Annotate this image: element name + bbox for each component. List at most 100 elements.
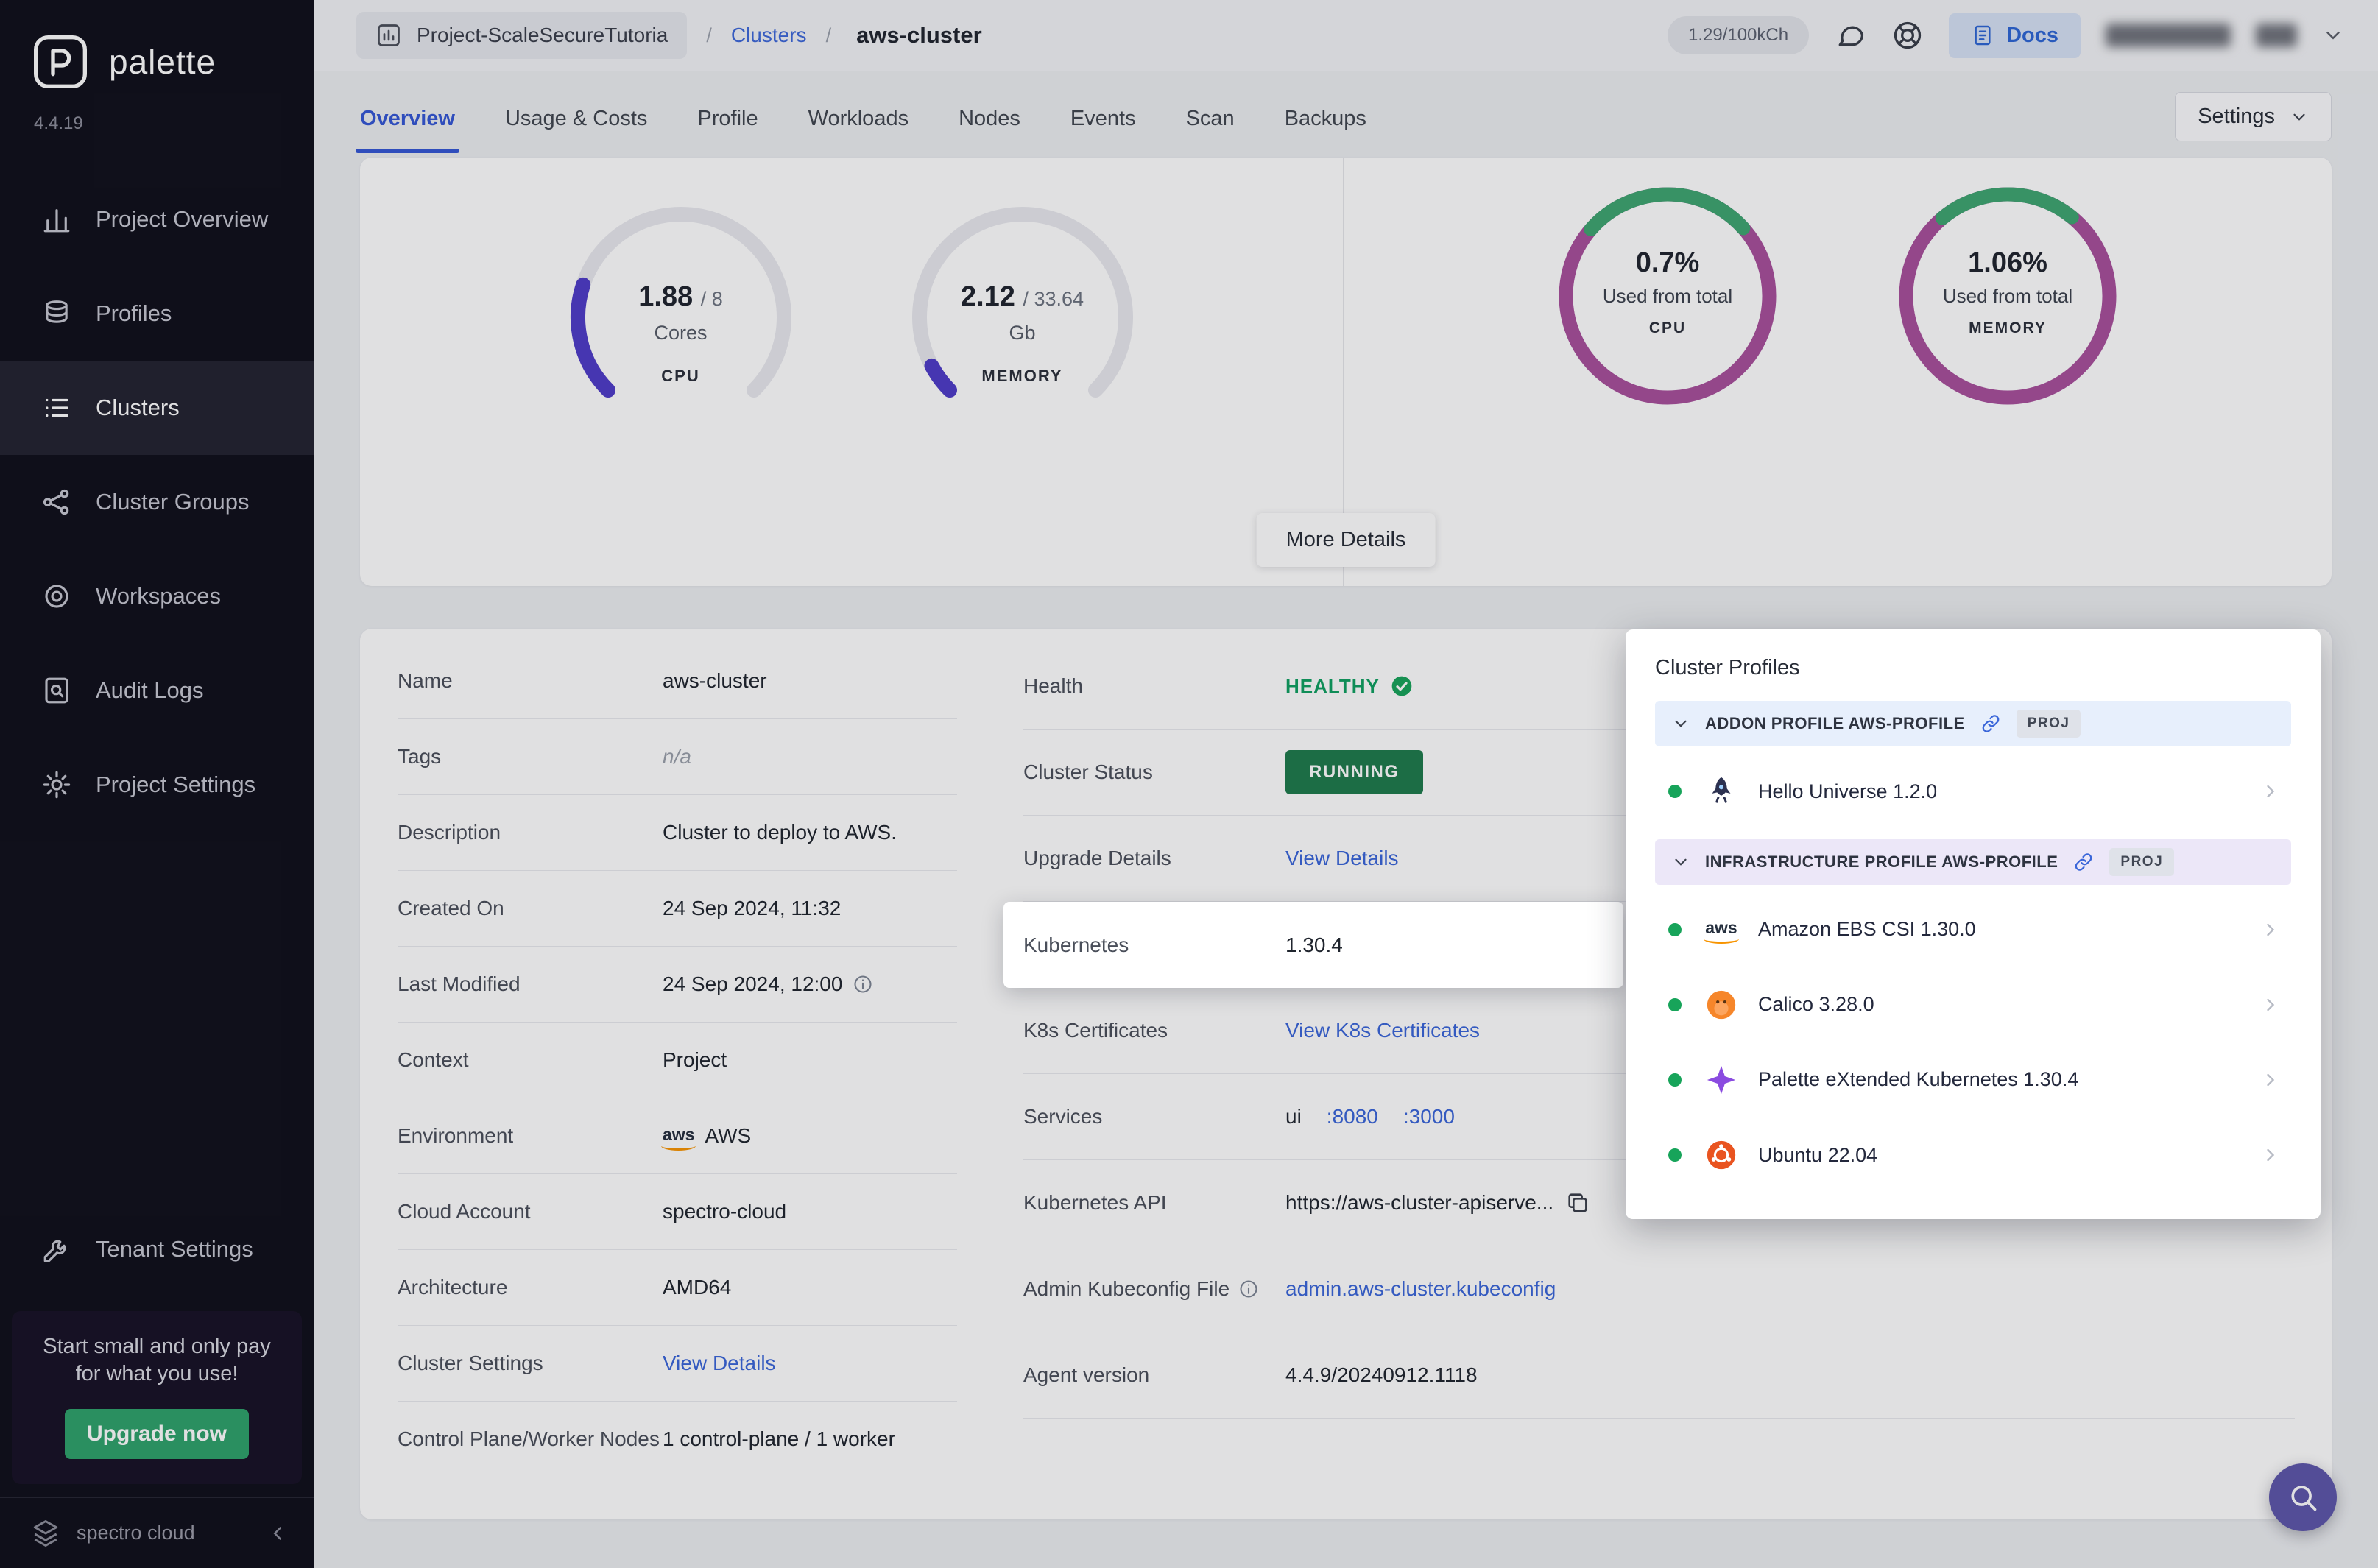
assistant-search-fab[interactable]: [2269, 1463, 2337, 1531]
detail-row-agent-version: Agent version 4.4.9/20240912.1118: [1023, 1332, 2295, 1419]
usage-quota-pill: 1.29/100kCh: [1667, 16, 1810, 54]
upgrade-now-button[interactable]: Upgrade now: [65, 1409, 249, 1459]
sidebar-item-project-settings[interactable]: Project Settings: [0, 738, 314, 832]
app-root: palette 4.4.19 Project Overview Profiles…: [0, 0, 2378, 1568]
cpu-gauge: 1.88 / 8 Cores CPU: [560, 196, 802, 439]
chevron-down-icon: [2290, 107, 2309, 127]
docs-label: Docs: [2006, 23, 2058, 47]
breadcrumb-separator: /: [706, 24, 712, 46]
project-selector[interactable]: Project-ScaleSecureTutoria: [356, 12, 688, 59]
gear-icon: [41, 769, 72, 800]
pack-row-calico[interactable]: Calico 3.28.0: [1655, 967, 2291, 1042]
cpu-gauge-label: CPU: [661, 367, 700, 385]
tab-nodes[interactable]: Nodes: [959, 107, 1020, 153]
more-details-button[interactable]: More Details: [1256, 513, 1436, 567]
infrastructure-profile-section: INFRASTRUCTURE PROFILE AWS-PROFILE PROJ …: [1655, 839, 2291, 1193]
addon-profile-section: ADDON PROFILE AWS-PROFILE PROJ Hello Uni…: [1655, 701, 2291, 829]
tab-backups[interactable]: Backups: [1285, 107, 1366, 153]
view-k8s-certificates-link[interactable]: View K8s Certificates: [1285, 1019, 1480, 1042]
share-nodes-icon: [41, 487, 72, 518]
redacted-user-info: [2256, 24, 2297, 47]
calico-icon: [1704, 987, 1739, 1023]
sidebar-item-tenant-settings[interactable]: Tenant Settings: [0, 1202, 314, 1296]
palette-logo-icon: [31, 32, 90, 91]
pack-row-ubuntu[interactable]: Ubuntu 22.04: [1655, 1117, 2291, 1193]
tab-scan[interactable]: Scan: [1186, 107, 1235, 153]
kubernetes-api-url: https://aws-cluster-apiserve...: [1285, 1191, 1554, 1214]
info-icon[interactable]: [853, 974, 873, 995]
brand-name: palette: [109, 43, 216, 81]
detail-row-context: Context Project: [398, 1023, 957, 1098]
kubernetes-version: 1.30.4: [1285, 933, 1343, 956]
tools-icon: [41, 1234, 72, 1265]
kubeconfig-download-link[interactable]: admin.aws-cluster.kubeconfig: [1285, 1277, 1556, 1301]
chevron-right-icon: [2260, 781, 2281, 802]
service-port-link[interactable]: :8080: [1327, 1105, 1378, 1129]
settings-dropdown-button[interactable]: Settings: [2175, 92, 2332, 141]
link-icon[interactable]: [1980, 713, 2002, 735]
scope-badge: PROJ: [2109, 848, 2175, 876]
memory-gauge: 2.12 / 33.64 Gb MEMORY: [901, 196, 1144, 439]
settings-label: Settings: [2198, 105, 2275, 128]
pack-row-palette-extended-kubernetes[interactable]: Palette eXtended Kubernetes 1.30.4: [1655, 1042, 2291, 1117]
pack-row-hello-universe[interactable]: Hello Universe 1.2.0: [1655, 754, 2291, 829]
info-icon[interactable]: [1238, 1279, 1259, 1299]
sidebar-item-project-overview[interactable]: Project Overview: [0, 172, 314, 266]
memory-usage-percent: 1.06%: [1968, 247, 2047, 278]
detail-row-environment: Environment aws AWS: [398, 1098, 957, 1174]
detail-row-architecture: Architecture AMD64: [398, 1250, 957, 1326]
detail-row-cluster-settings: Cluster Settings View Details: [398, 1326, 957, 1402]
document-icon: [1971, 24, 1994, 47]
status-dot: [1668, 997, 1682, 1011]
cpu-usage-percent: 0.7%: [1635, 247, 1700, 278]
tab-workloads[interactable]: Workloads: [808, 107, 908, 153]
target-icon: [41, 581, 72, 612]
top-bar: Project-ScaleSecureTutoria / Clusters / …: [314, 0, 2378, 71]
sidebar-item-clusters[interactable]: Clusters: [0, 361, 314, 455]
cluster-tabs: Overview Usage & Costs Profile Workloads…: [314, 71, 2378, 153]
docs-button[interactable]: Docs: [1949, 13, 2081, 58]
sidebar-item-label: Clusters: [96, 395, 180, 420]
memory-gauge-value: 2.12 / 33.64: [960, 281, 1084, 312]
tab-usage-costs[interactable]: Usage & Costs: [505, 107, 647, 153]
layers-icon: [41, 298, 72, 329]
audit-search-icon: [41, 675, 72, 706]
aws-icon: aws: [1704, 912, 1740, 947]
ubuntu-icon: [1704, 1137, 1739, 1173]
detail-row-tags: Tags n/a: [398, 719, 957, 795]
sidebar-item-workspaces[interactable]: Workspaces: [0, 549, 314, 643]
copy-icon[interactable]: [1565, 1190, 1590, 1215]
upgrade-promo-panel: Start small and only pay for what you us…: [12, 1310, 302, 1484]
detail-row-last-modified: Last Modified 24 Sep 2024, 12:00: [398, 947, 957, 1023]
sidebar-item-label: Project Overview: [96, 206, 269, 232]
sidebar-item-profiles[interactable]: Profiles: [0, 266, 314, 361]
service-port-link[interactable]: :3000: [1403, 1105, 1455, 1129]
allocation-gauges: 1.88 / 8 Cores CPU 2.12 / 33.64 Gb MEMOR…: [360, 158, 1344, 586]
tab-events[interactable]: Events: [1070, 107, 1136, 153]
sidebar-item-cluster-groups[interactable]: Cluster Groups: [0, 455, 314, 549]
usage-rings: 0.7% Used from total CPU 1.06% Used from…: [1344, 158, 2332, 586]
detail-row-nodes: Control Plane/Worker Nodes 1 control-pla…: [398, 1402, 957, 1477]
breadcrumb-separator: /: [825, 24, 832, 46]
addon-profile-header[interactable]: ADDON PROFILE AWS-PROFILE PROJ: [1655, 701, 2291, 746]
running-status-badge[interactable]: RUNNING: [1285, 750, 1423, 794]
chevron-right-icon: [2260, 1145, 2281, 1165]
collapse-sidebar-icon[interactable]: [267, 1522, 289, 1544]
cluster-settings-view-details-link[interactable]: View Details: [663, 1352, 776, 1375]
upgrade-view-details-link[interactable]: View Details: [1285, 847, 1399, 870]
footer-brand-text: spectro cloud: [77, 1522, 195, 1544]
link-icon[interactable]: [2072, 851, 2095, 873]
tab-overview[interactable]: Overview: [356, 107, 459, 153]
infrastructure-profile-header[interactable]: INFRASTRUCTURE PROFILE AWS-PROFILE PROJ: [1655, 839, 2291, 885]
tab-profile[interactable]: Profile: [697, 107, 758, 153]
breadcrumb-clusters-link[interactable]: Clusters: [731, 24, 807, 47]
cluster-profiles-popover: Cluster Profiles ADDON PROFILE AWS-PROFI…: [1626, 629, 2321, 1219]
sidebar-item-audit-logs[interactable]: Audit Logs: [0, 643, 314, 738]
memory-gauge-label: MEMORY: [981, 367, 1063, 385]
help-icon[interactable]: [1891, 19, 1924, 52]
chevron-down-icon[interactable]: [2322, 24, 2344, 46]
sidebar-nav: Project Overview Profiles Clusters Clust…: [0, 172, 314, 832]
status-dot: [1668, 1073, 1682, 1087]
pack-row-amazon-ebs-csi[interactable]: aws Amazon EBS CSI 1.30.0: [1655, 892, 2291, 967]
chat-icon[interactable]: [1834, 19, 1866, 52]
